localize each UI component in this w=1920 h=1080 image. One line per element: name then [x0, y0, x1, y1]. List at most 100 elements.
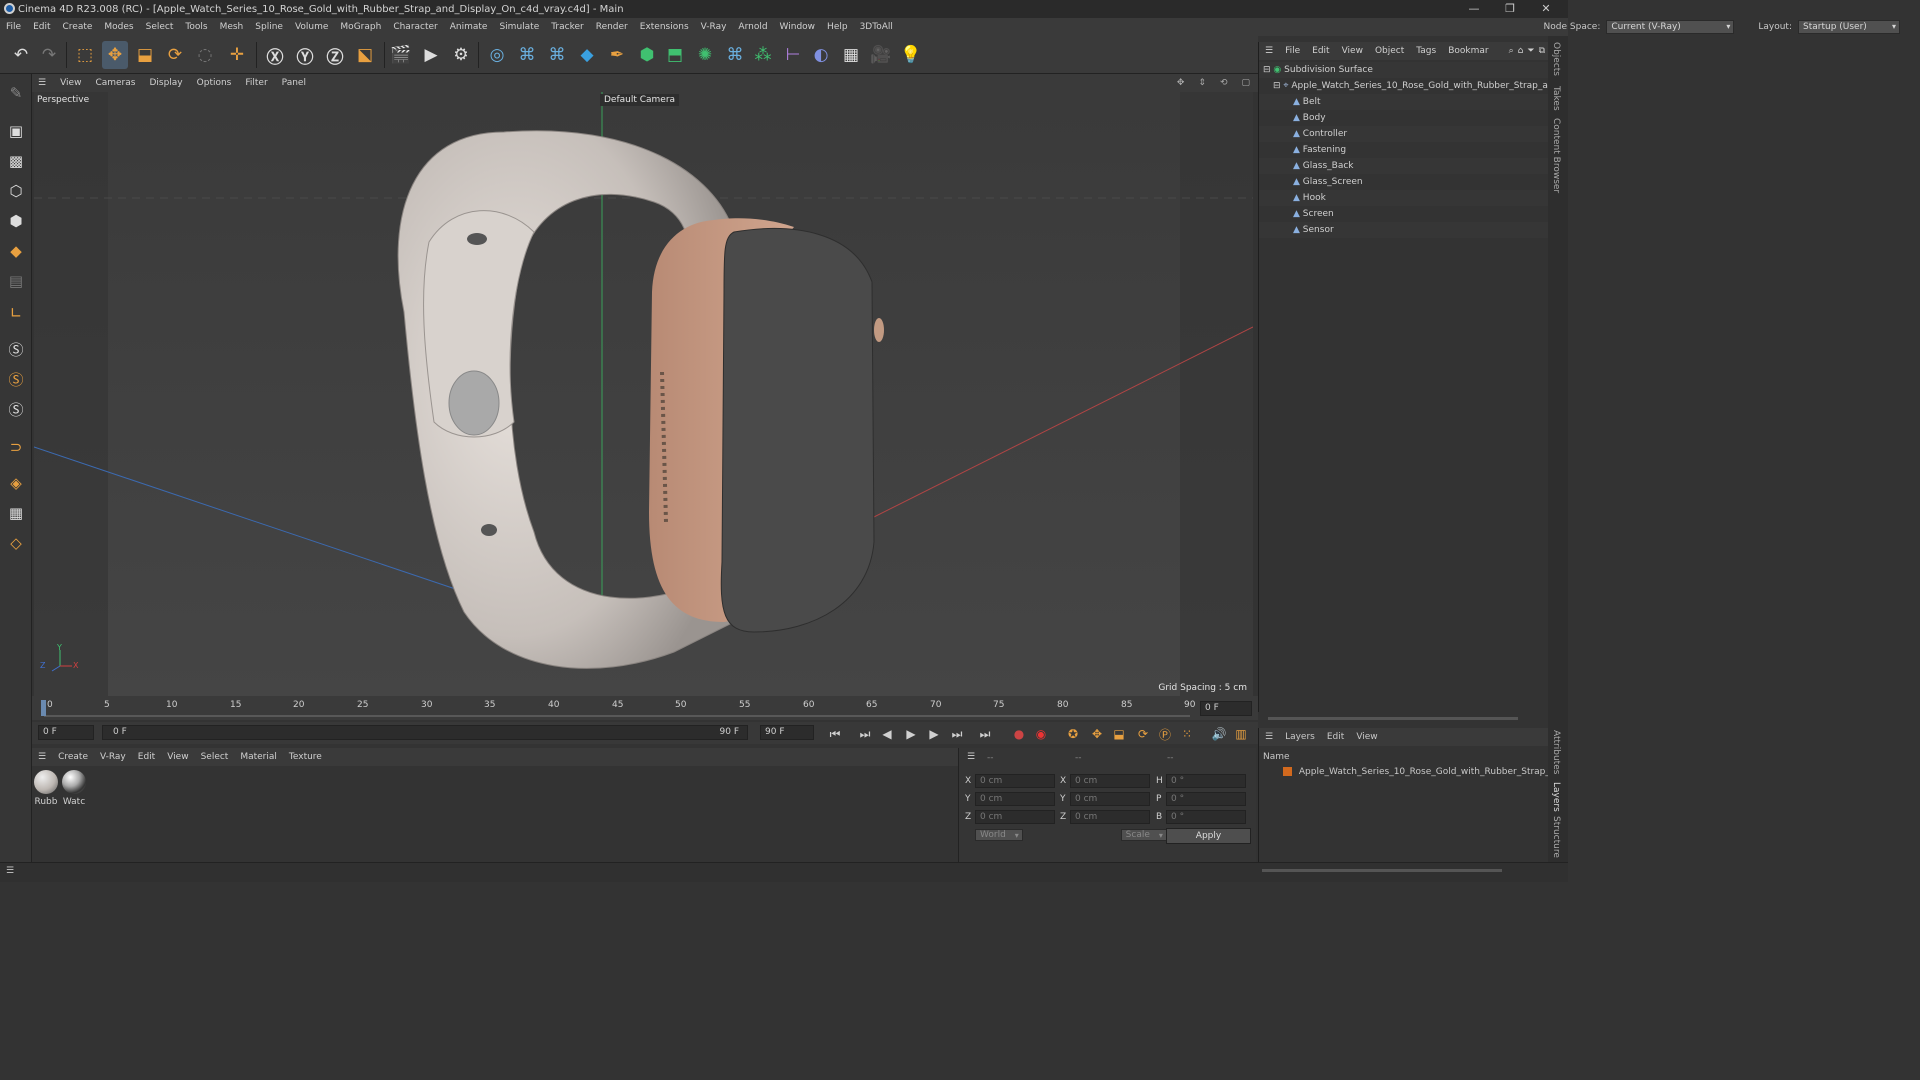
menu-vray[interactable]: V-Ray: [701, 22, 727, 32]
axis-mode-icon[interactable]: ∟: [3, 300, 29, 326]
obj-menu-file[interactable]: File: [1285, 46, 1300, 56]
layer-scrollbar-thumb[interactable]: [1262, 869, 1502, 872]
menu-mesh[interactable]: Mesh: [220, 22, 244, 32]
mograph-icon[interactable]: ⁂: [750, 41, 776, 69]
filter-icon[interactable]: ⏷: [1527, 46, 1534, 56]
tree-item-child[interactable]: ▲ Hook: [1259, 190, 1549, 206]
parameter-key-icon[interactable]: Ⓟ: [1156, 725, 1174, 743]
apply-button[interactable]: Apply: [1166, 828, 1251, 844]
scrollbar-thumb[interactable]: [1268, 717, 1518, 720]
make-editable-icon[interactable]: ✎: [3, 80, 29, 106]
end-frame-field[interactable]: 90 F: [760, 725, 814, 740]
python-script-icon[interactable]: ⌘: [514, 41, 540, 69]
menu-mograph[interactable]: MoGraph: [340, 22, 381, 32]
close-icon[interactable]: ✕: [1528, 0, 1564, 18]
restore-icon[interactable]: ❐: [1492, 0, 1528, 18]
menu-simulate[interactable]: Simulate: [499, 22, 539, 32]
camera-label[interactable]: Default Camera: [600, 94, 680, 106]
position-y-field[interactable]: 0 cm: [975, 792, 1055, 806]
model-mode-icon[interactable]: ▣: [3, 118, 29, 144]
menu-arnold[interactable]: Arnold: [738, 22, 767, 32]
extrude-icon[interactable]: ⬒: [662, 41, 688, 69]
vp-menu-view[interactable]: View: [60, 78, 81, 88]
snap-settings-icon[interactable]: Ⓢ: [3, 366, 29, 392]
viewport-move-icon[interactable]: ✥: [1177, 78, 1185, 88]
coordinate-system-icon[interactable]: ⬕: [352, 41, 378, 69]
tree-item-child[interactable]: ▲ Fastening: [1259, 142, 1549, 158]
menu-file[interactable]: File: [6, 22, 21, 32]
menu-3dtoall[interactable]: 3DToAll: [860, 22, 893, 32]
light-icon[interactable]: 💡: [898, 41, 924, 69]
size-y-field[interactable]: 0 cm: [1070, 792, 1150, 806]
scale-tool-icon[interactable]: ⬓: [132, 41, 158, 69]
rotation-b-field[interactable]: 0 °: [1166, 810, 1246, 824]
obj-menu-tags[interactable]: Tags: [1416, 46, 1436, 56]
z-axis-lock-icon[interactable]: Ⓩ: [322, 41, 348, 69]
search-icon[interactable]: ⌕: [1509, 46, 1514, 56]
subdivision-icon[interactable]: ⬢: [634, 41, 660, 69]
field-icon[interactable]: ◐: [808, 41, 834, 69]
start-frame-field[interactable]: 0 F: [38, 725, 94, 740]
size-x-field[interactable]: 0 cm: [1070, 774, 1150, 788]
menu-character[interactable]: Character: [393, 22, 437, 32]
menu-spline[interactable]: Spline: [255, 22, 283, 32]
pen-spline-icon[interactable]: ✒: [604, 41, 630, 69]
tree-item-child[interactable]: ▲ Controller: [1259, 126, 1549, 142]
tree-item-child[interactable]: ▲ Glass_Back: [1259, 158, 1549, 174]
obj-menu-view[interactable]: View: [1342, 46, 1363, 56]
live-selection-icon[interactable]: ⬚: [72, 41, 98, 69]
point-level-key-icon[interactable]: ⁙: [1178, 725, 1196, 743]
snap-icon[interactable]: Ⓢ: [3, 336, 29, 362]
menu-edit[interactable]: Edit: [33, 22, 50, 32]
timeline-layout-icon[interactable]: ▥: [1232, 725, 1250, 743]
previous-key-icon[interactable]: ⏭: [856, 725, 874, 743]
position-x-field[interactable]: 0 cm: [975, 774, 1055, 788]
vp-menu-cameras[interactable]: Cameras: [95, 78, 135, 88]
rotation-p-field[interactable]: 0 °: [1166, 792, 1246, 806]
vray-icon[interactable]: ◎: [484, 41, 510, 69]
layer-menu-view[interactable]: View: [1356, 732, 1377, 742]
hamburger-icon[interactable]: ☰: [1265, 46, 1273, 56]
node-space-select[interactable]: Current (V-Ray): [1606, 20, 1735, 34]
mat-menu-edit[interactable]: Edit: [138, 752, 155, 762]
y-axis-lock-icon[interactable]: Ⓨ: [292, 41, 318, 69]
hamburger-icon[interactable]: ☰: [967, 752, 975, 762]
rotate-tool-icon[interactable]: ⟳: [162, 41, 188, 69]
tree-item-apple-watch[interactable]: ⊟ ⌖ Apple_Watch_Series_10_Rose_Gold_with…: [1259, 78, 1549, 94]
mat-menu-texture[interactable]: Texture: [289, 752, 322, 762]
menu-help[interactable]: Help: [827, 22, 848, 32]
vp-menu-filter[interactable]: Filter: [245, 78, 267, 88]
mat-menu-material[interactable]: Material: [240, 752, 277, 762]
menu-render[interactable]: Render: [596, 22, 628, 32]
vp-menu-display[interactable]: Display: [149, 78, 182, 88]
tree-item-child[interactable]: ▲ Screen: [1259, 206, 1549, 222]
undo-icon[interactable]: ↶: [8, 41, 34, 69]
minimize-icon[interactable]: —: [1456, 0, 1492, 18]
move-tool-icon[interactable]: ✥: [102, 41, 128, 69]
tab-content-browser[interactable]: Content Browser: [1551, 118, 1561, 193]
menu-window[interactable]: Window: [780, 22, 816, 32]
home-icon[interactable]: ⌂: [1518, 46, 1524, 56]
render-settings-icon[interactable]: ⚙: [448, 41, 474, 69]
sound-icon[interactable]: 🔊: [1210, 725, 1228, 743]
polygons-mode-icon[interactable]: ◆: [3, 238, 29, 264]
autokey-icon[interactable]: ◉: [1032, 725, 1050, 743]
position-z-field[interactable]: 0 cm: [975, 810, 1055, 824]
coordinate-mode-select[interactable]: World: [975, 829, 1023, 841]
uv-mode-icon[interactable]: ▤: [3, 268, 29, 294]
menu-animate[interactable]: Animate: [450, 22, 488, 32]
tab-attributes[interactable]: Attributes: [1551, 730, 1561, 774]
obj-menu-edit[interactable]: Edit: [1312, 46, 1329, 56]
cube-icon[interactable]: ◆: [574, 41, 600, 69]
rotation-key-icon[interactable]: ⟳: [1134, 725, 1152, 743]
vp-menu-panel[interactable]: Panel: [282, 78, 306, 88]
size-z-field[interactable]: 0 cm: [1070, 810, 1150, 824]
deformer-icon[interactable]: ⊢: [780, 41, 806, 69]
workplane-icon[interactable]: ◈: [3, 470, 29, 496]
points-mode-icon[interactable]: ⬡: [3, 178, 29, 204]
menu-create[interactable]: Create: [63, 22, 93, 32]
tree-item-subdivision-surface[interactable]: ⊟ ◉ Subdivision Surface: [1259, 62, 1549, 78]
menu-extensions[interactable]: Extensions: [640, 22, 689, 32]
menu-tracker[interactable]: Tracker: [551, 22, 583, 32]
grid-icon[interactable]: ▦: [3, 500, 29, 526]
